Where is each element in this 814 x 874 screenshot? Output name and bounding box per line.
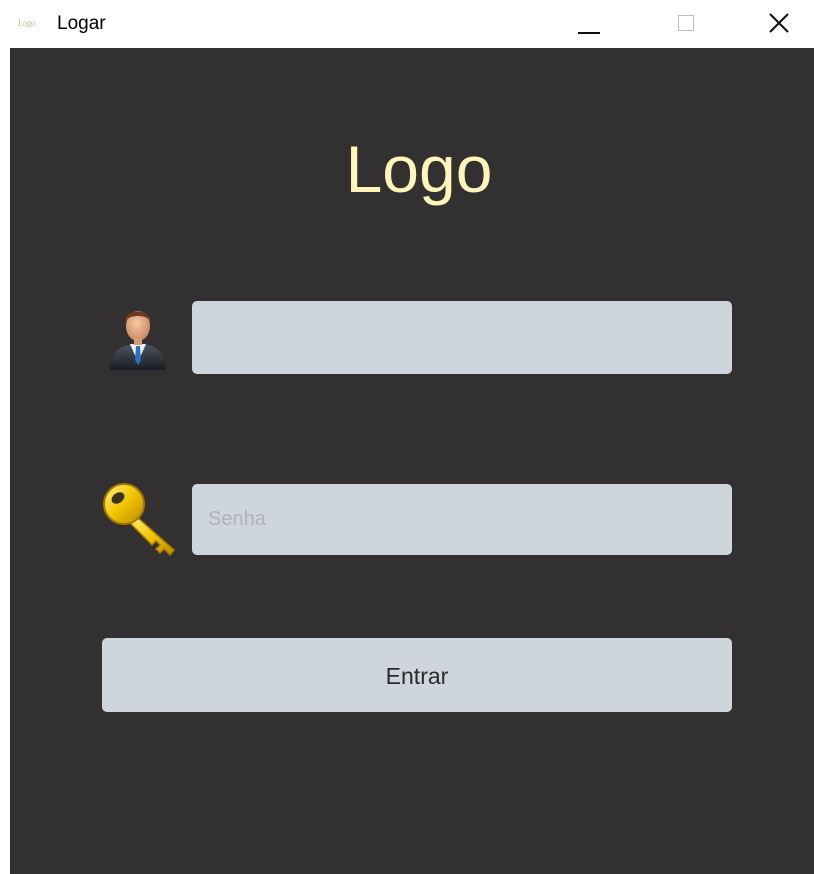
maximize-icon	[678, 15, 694, 31]
logo: Logo	[345, 132, 493, 206]
maximize-button[interactable]	[664, 0, 710, 48]
close-button[interactable]	[756, 0, 802, 48]
app-logo-icon: Logo	[18, 18, 36, 28]
login-panel: Logo Entrar	[10, 48, 814, 874]
user-icon	[110, 311, 166, 370]
close-icon	[769, 13, 789, 33]
window-title: Logar	[57, 13, 106, 34]
login-window: Logo Logar Logo Entrar	[0, 0, 814, 874]
title-bar[interactable]: Logo Logar	[0, 0, 814, 48]
password-input[interactable]	[192, 484, 732, 555]
minimize-button[interactable]	[566, 0, 612, 48]
key-icon	[103, 483, 176, 557]
username-input[interactable]	[192, 301, 732, 374]
minimize-icon	[578, 32, 600, 34]
login-button[interactable]: Entrar	[102, 638, 732, 712]
